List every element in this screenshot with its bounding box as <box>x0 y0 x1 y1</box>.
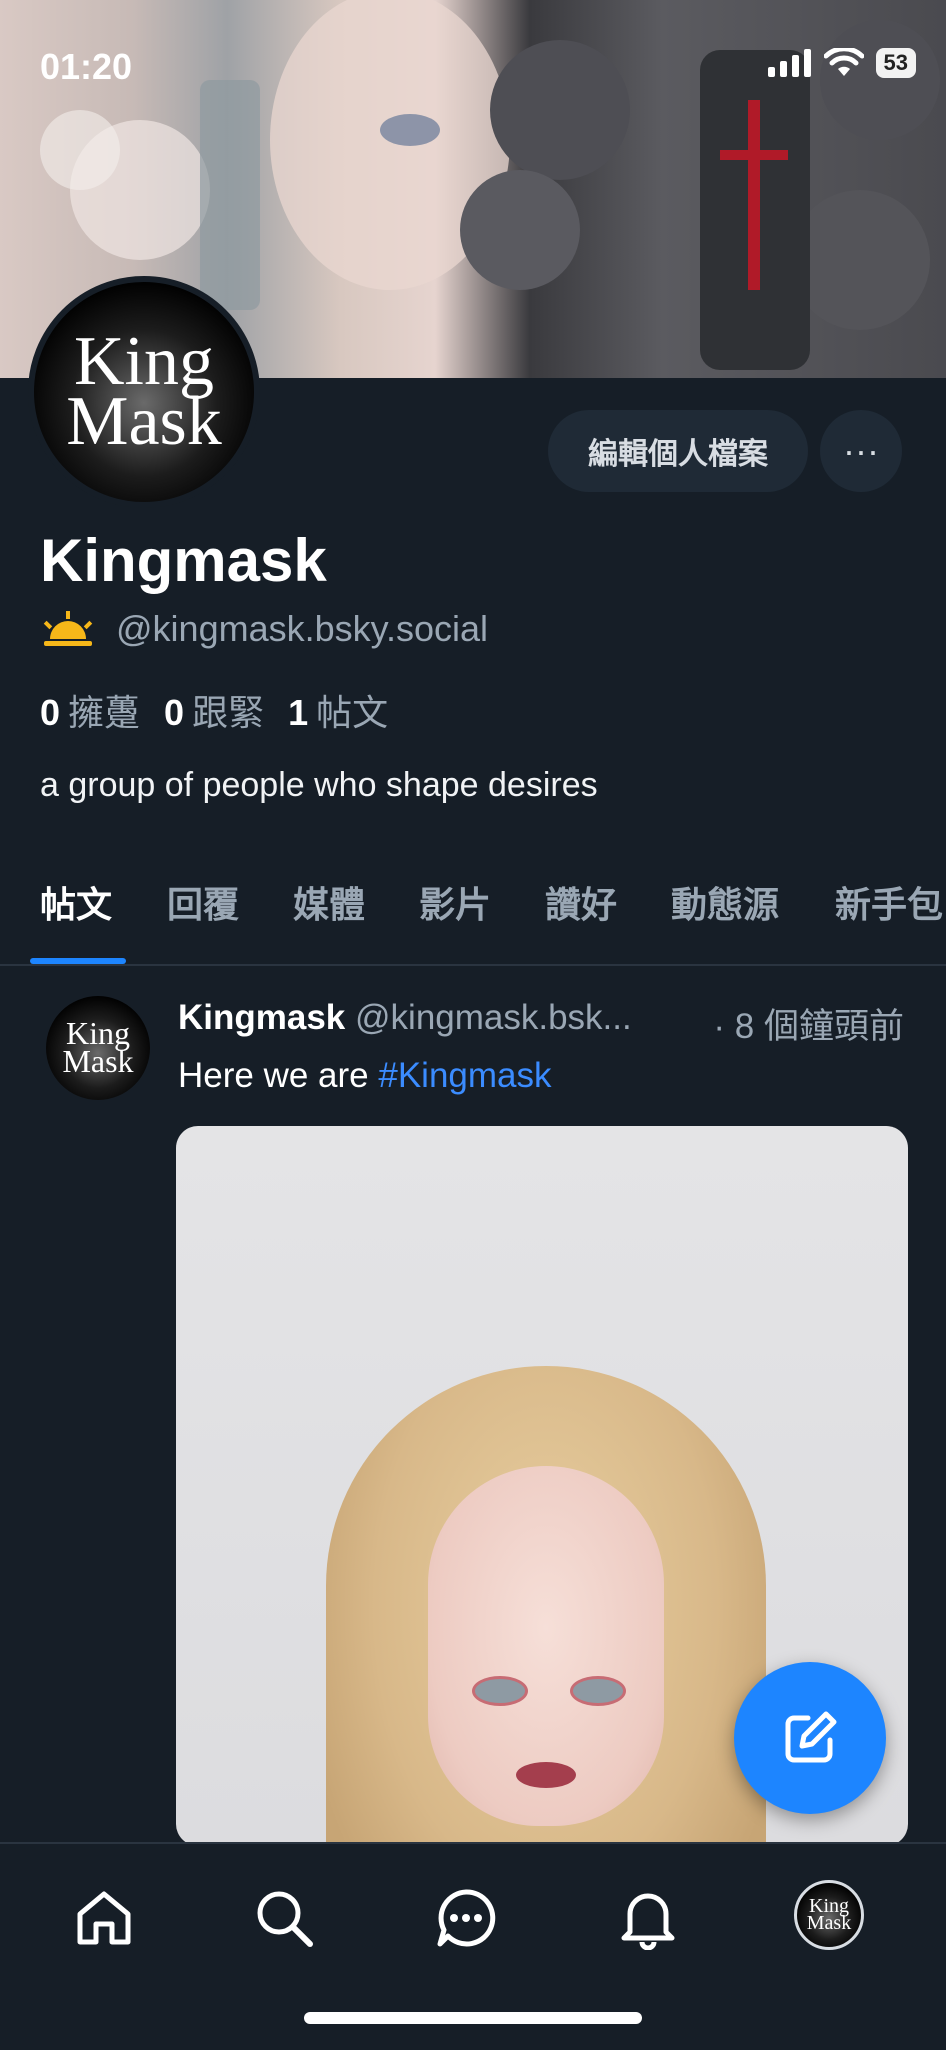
nav-profile-avatar[interactable]: King Mask <box>794 1880 864 1950</box>
active-tab-indicator <box>30 958 126 964</box>
profile-display-name: Kingmask <box>40 527 327 594</box>
tab-likes[interactable]: 讚好 <box>545 876 617 928</box>
nav-notifications[interactable] <box>610 1880 686 1956</box>
avatar-logo-line2: Mask <box>66 383 222 460</box>
image-eye-left <box>472 1676 528 1706</box>
following-label: 跟緊 <box>192 692 265 733</box>
more-icon: ··· <box>843 430 879 471</box>
followers-count: 0 <box>40 692 61 733</box>
tab-videos[interactable]: 影片 <box>419 876 491 928</box>
profile-stats: 0 擁躉 0 跟緊 1 帖文 <box>40 684 388 736</box>
image-face <box>428 1466 664 1826</box>
post-author-avatar[interactable]: King Mask <box>46 996 150 1100</box>
tab-posts[interactable]: 帖文 <box>40 876 112 928</box>
battery-indicator: 53 <box>875 48 916 78</box>
post-avatar-logo-line2: Mask <box>62 1043 134 1079</box>
profile-handle: @kingmask.bsky.social <box>116 608 488 649</box>
post-hashtag[interactable]: #Kingmask <box>378 1056 551 1095</box>
nav-chat[interactable] <box>428 1880 504 1956</box>
wifi-icon <box>823 48 864 76</box>
post-text: Here we are #Kingmask <box>178 1056 552 1096</box>
bell-icon <box>621 1893 675 1950</box>
sunrise-icon <box>43 611 93 646</box>
nav-home[interactable] <box>66 1880 142 1956</box>
posts-label: 帖文 <box>316 692 389 733</box>
tab-starter-packs[interactable]: 新手包 <box>835 876 943 928</box>
status-icons: 53 <box>767 48 916 78</box>
nav-search[interactable] <box>246 1880 322 1956</box>
tab-feeds[interactable]: 動態源 <box>671 876 779 928</box>
profile-tabs: 帖文 回覆 媒體 影片 讚好 動態源 新手包 <box>0 866 946 966</box>
tab-media[interactable]: 媒體 <box>293 876 365 928</box>
more-options-button[interactable]: ··· <box>820 410 902 492</box>
followers-stat[interactable]: 0 擁躉 <box>40 684 140 736</box>
compose-post-button[interactable] <box>734 1662 886 1814</box>
post-author-name[interactable]: Kingmask <box>178 998 345 1037</box>
tab-replies[interactable]: 回覆 <box>167 876 239 928</box>
home-icon <box>77 1891 131 1945</box>
followers-label: 擁躉 <box>68 692 141 733</box>
nav-avatar-logo-line2: Mask <box>806 1912 852 1934</box>
profile-handle-row: @kingmask.bsky.social <box>40 608 488 650</box>
following-stat[interactable]: 0 跟緊 <box>164 684 264 736</box>
edit-profile-button[interactable]: 編輯個人檔案 <box>548 410 808 492</box>
signal-icon <box>767 49 811 77</box>
home-indicator <box>304 2012 642 2024</box>
post-author-handle[interactable]: @kingmask.bsk... <box>355 998 632 1037</box>
chat-icon <box>437 1889 496 1947</box>
post-timestamp: · 8 個鐘頭前 <box>713 1007 904 1046</box>
status-time: 01:20 <box>40 46 133 87</box>
posts-stat: 1 帖文 <box>288 684 388 736</box>
following-count: 0 <box>164 692 185 733</box>
profile-avatar[interactable]: King Mask <box>28 276 260 508</box>
post-meta: Kingmask @kingmask.bsk... · 8 個鐘頭前 <box>178 998 918 1046</box>
compose-icon <box>785 1711 837 1763</box>
image-eye-right <box>570 1676 626 1706</box>
image-lips <box>516 1762 576 1788</box>
post-body: Here we are <box>178 1056 379 1095</box>
profile-bio: a group of people who shape desires <box>40 766 598 804</box>
search-icon <box>257 1891 313 1947</box>
posts-count: 1 <box>288 692 309 733</box>
